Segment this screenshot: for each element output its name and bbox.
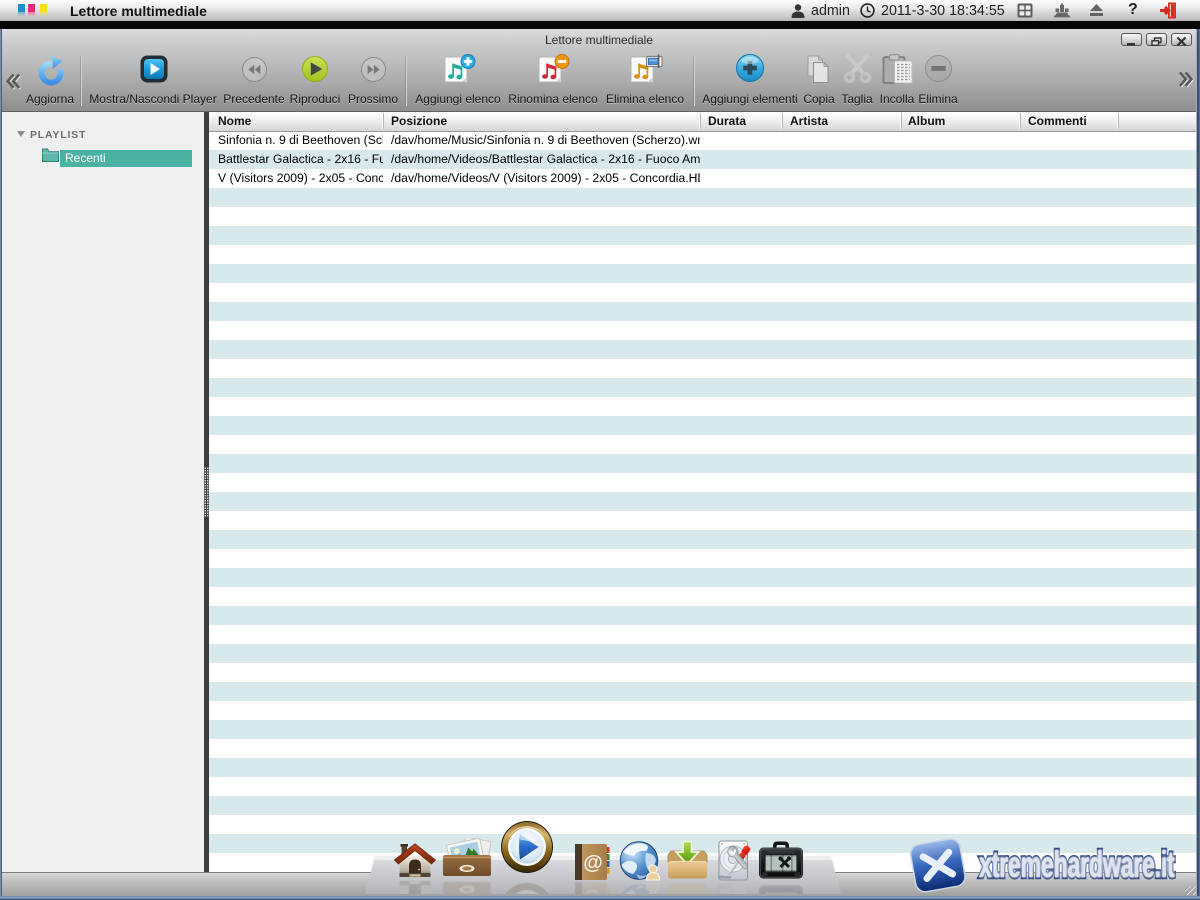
- svg-text:@: @: [583, 888, 603, 894]
- svg-text:@: @: [583, 852, 603, 874]
